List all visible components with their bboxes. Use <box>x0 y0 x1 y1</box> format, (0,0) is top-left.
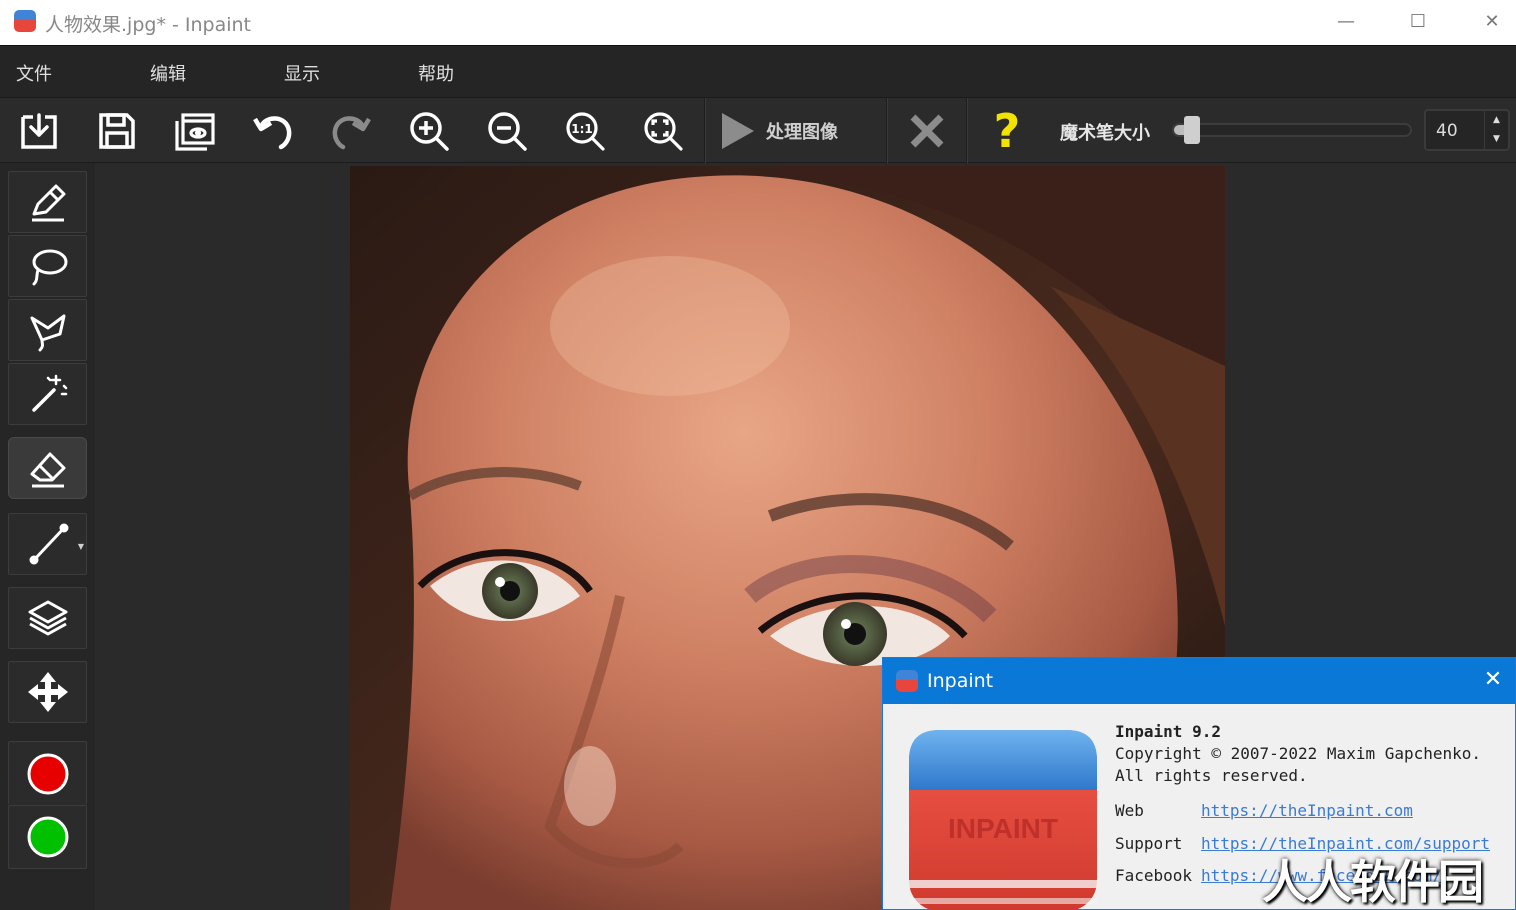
dialog-close-button[interactable]: ✕ <box>1479 666 1507 694</box>
toolbar-separator <box>966 98 968 164</box>
menu-bar: 文件 编辑 显示 帮助 <box>0 45 1516 97</box>
tool-lasso[interactable] <box>8 235 87 297</box>
tool-marker[interactable] <box>8 171 87 233</box>
minimize-button[interactable]: — <box>1326 6 1366 38</box>
zoom-fit-button[interactable] <box>639 107 687 155</box>
tool-red-marker[interactable] <box>8 741 87 805</box>
cross-icon <box>910 114 944 148</box>
inpaint-window: 人物效果.jpg* - Inpaint — ☐ ✕ 文件 编辑 显示 帮助 1:… <box>0 0 1516 910</box>
menu-edit[interactable]: 编辑 <box>150 60 186 86</box>
zoom-in-icon <box>410 112 449 151</box>
eraser-icon <box>30 452 65 488</box>
logo-text: INPAINT <box>948 813 1058 844</box>
save-button[interactable] <box>93 107 141 155</box>
tool-magic-wand[interactable] <box>8 363 87 425</box>
brush-size-label: 魔术笔大小 <box>1060 123 1150 144</box>
dialog-app-icon <box>896 670 918 692</box>
guide-line-icon <box>29 523 68 565</box>
save-icon <box>99 113 135 149</box>
tool-polygon-lasso[interactable] <box>8 299 87 361</box>
window-title: 人物效果.jpg* - Inpaint <box>45 14 251 36</box>
inpaint-logo-icon: INPAINT <box>909 730 1097 910</box>
play-icon <box>722 113 754 149</box>
undo-button[interactable] <box>249 107 297 155</box>
zoom-out-button[interactable] <box>483 107 531 155</box>
layers-icon <box>28 600 67 636</box>
zoom-1to1-text: 1:1 <box>571 122 593 136</box>
title-bar: 人物效果.jpg* - Inpaint — ☐ ✕ <box>0 0 1516 45</box>
red-marker-color-icon <box>27 753 68 794</box>
question-mark-icon: ? <box>993 104 1021 158</box>
lasso-icon <box>32 249 67 286</box>
move-icon <box>27 672 68 712</box>
brush-size-slider[interactable] <box>1172 123 1412 137</box>
zoom-out-icon <box>488 112 527 151</box>
maximize-button[interactable]: ☐ <box>1398 6 1438 38</box>
zoom-in-button[interactable] <box>405 107 453 155</box>
zoom-actual-size-icon: 1:1 <box>566 112 605 151</box>
menu-help[interactable]: 帮助 <box>418 60 454 86</box>
product-version: Inpaint 9.2 <box>1115 722 1221 741</box>
close-button[interactable]: ✕ <box>1472 6 1512 38</box>
magic-wand-icon <box>31 374 67 412</box>
app-icon <box>14 10 36 32</box>
open-file-icon <box>21 113 57 149</box>
brush-size-spinbox[interactable]: 40 ▲ ▼ <box>1424 109 1510 151</box>
marker-pen-icon <box>31 184 65 222</box>
preview-button[interactable] <box>171 107 219 155</box>
rights-text: All rights reserved. <box>1115 766 1308 785</box>
help-button[interactable]: ? <box>983 107 1031 155</box>
facebook-label: Facebook <box>1115 866 1193 885</box>
redo-icon <box>332 116 371 150</box>
spin-arrows: ▲ ▼ <box>1484 111 1508 149</box>
dialog-title: Inpaint <box>927 670 994 692</box>
web-row: Web https://theInpaint.com <box>1115 801 1413 820</box>
open-button[interactable] <box>15 107 63 155</box>
tool-move[interactable] <box>8 661 87 723</box>
polygonal-lasso-icon <box>30 314 65 352</box>
tool-layers[interactable] <box>8 587 87 649</box>
zoom-fit-icon <box>644 112 683 151</box>
preview-window-icon <box>175 113 215 151</box>
toolbar: 1:1 处理图像 ? 魔术笔大小 40 ▲ ▼ <box>0 97 1516 164</box>
site-watermark: 人人软件园 <box>1262 855 1484 909</box>
brush-size-value[interactable]: 40 <box>1436 121 1458 141</box>
copyright-text: Copyright © 2007-2022 Maxim Gapchenko. <box>1115 744 1482 763</box>
support-label: Support <box>1115 834 1183 853</box>
menu-file[interactable]: 文件 <box>16 60 52 86</box>
tool-eraser[interactable] <box>8 437 87 499</box>
cancel-button[interactable] <box>903 107 951 155</box>
toolbar-separator <box>886 98 888 164</box>
spin-down-button[interactable]: ▼ <box>1485 130 1508 149</box>
dropdown-arrow-icon[interactable]: ▼ <box>78 542 84 551</box>
zoom-actual-size-button[interactable]: 1:1 <box>561 107 609 155</box>
slider-thumb[interactable] <box>1184 116 1200 144</box>
dialog-title-bar: Inpaint ✕ <box>883 658 1515 704</box>
about-text: Inpaint 9.2 Copyright © 2007-2022 Maxim … <box>1115 722 1481 788</box>
web-link[interactable]: https://theInpaint.com <box>1201 801 1413 820</box>
tool-panel: ▼ <box>0 163 95 910</box>
undo-icon <box>253 116 292 150</box>
toolbar-separator <box>704 98 706 164</box>
green-marker-color-icon <box>27 816 68 858</box>
redo-button[interactable] <box>327 107 375 155</box>
tool-guide-line[interactable]: ▼ <box>8 513 87 575</box>
process-image-label: 处理图像 <box>766 122 838 143</box>
spin-up-button[interactable]: ▲ <box>1485 111 1508 130</box>
tool-green-marker[interactable] <box>8 805 87 869</box>
process-image-button[interactable]: 处理图像 <box>716 107 876 155</box>
web-label: Web <box>1115 801 1144 820</box>
menu-view[interactable]: 显示 <box>284 60 320 86</box>
